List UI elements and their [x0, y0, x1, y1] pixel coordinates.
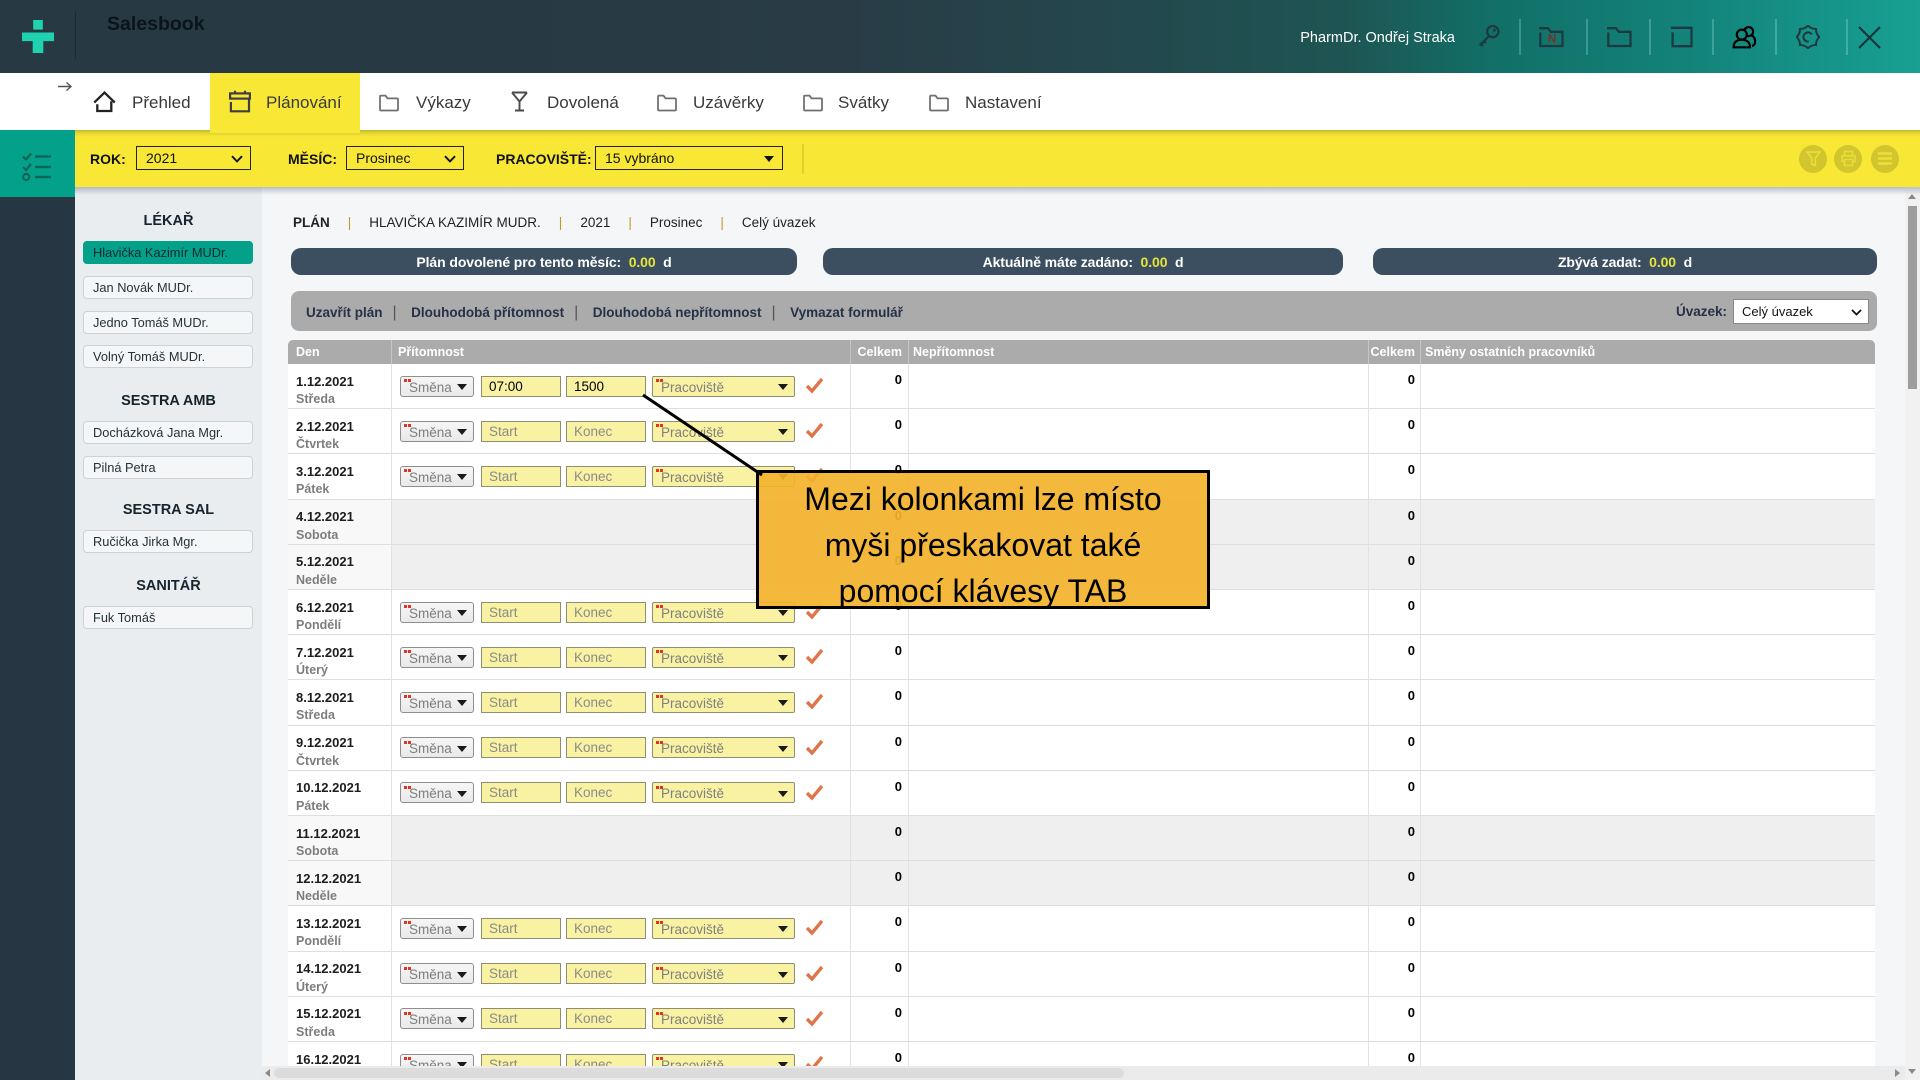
svg-text:N: N [1548, 34, 1556, 46]
